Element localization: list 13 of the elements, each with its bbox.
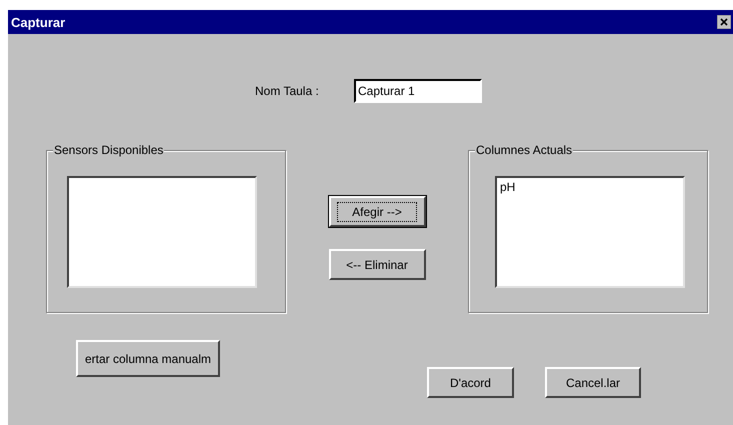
group-title: Sensors Disponibles	[53, 143, 164, 158]
list-item[interactable]: pH	[499, 180, 681, 194]
table-name-field[interactable]: Capturar 1	[354, 79, 482, 103]
move-button[interactable]: <-- Eliminar	[328, 249, 426, 280]
window-title: Capturar	[11, 14, 66, 30]
table-name-label: Nom Taula :	[255, 84, 320, 98]
dialog-button[interactable]: Cancel.lar	[545, 367, 641, 398]
move-button[interactable]: Afegir -->	[328, 196, 426, 227]
insert-column-button[interactable]: ertar columna manualm	[76, 340, 220, 377]
columns-list[interactable]: pH	[495, 176, 685, 288]
close-icon[interactable]	[717, 15, 731, 29]
dialog-button[interactable]: D'acord	[427, 367, 514, 398]
sensors-list[interactable]	[67, 176, 257, 288]
